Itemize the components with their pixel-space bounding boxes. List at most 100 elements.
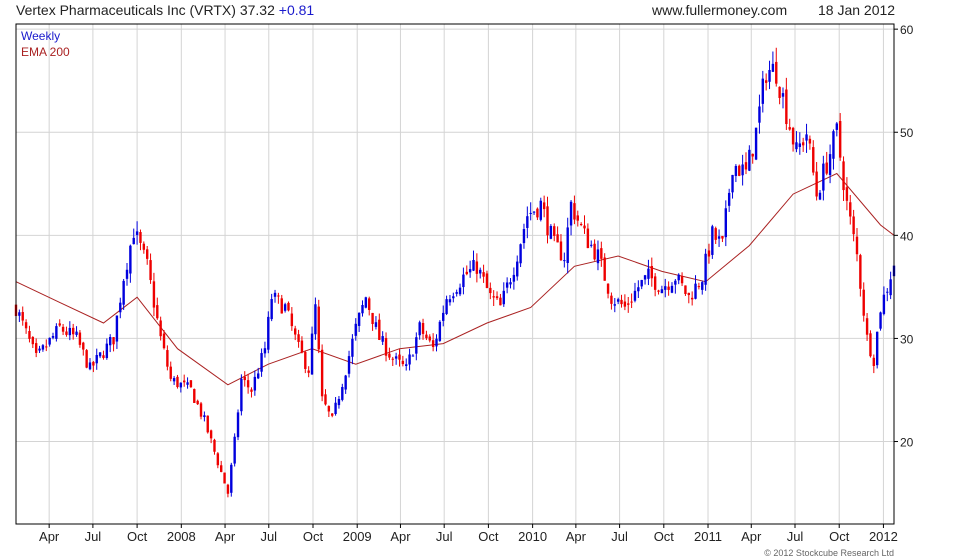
candle-body — [119, 302, 122, 313]
candle-body — [411, 355, 415, 357]
candle-body — [690, 297, 694, 300]
candle-body — [324, 394, 327, 405]
y-tick-label: 20 — [900, 436, 914, 450]
candle-body — [182, 380, 186, 383]
candle-body — [384, 338, 388, 356]
candle-body — [327, 406, 331, 412]
candle-body — [135, 231, 139, 235]
candle-body — [415, 337, 418, 354]
candle-body — [842, 161, 845, 191]
candle-body — [734, 165, 738, 177]
candle-body — [536, 208, 539, 218]
candle-body — [509, 282, 512, 285]
candle-body — [532, 211, 536, 213]
candle-body — [468, 269, 472, 273]
candle-body — [563, 260, 566, 262]
candle-body — [294, 328, 297, 335]
x-tick-label: 2010 — [518, 529, 547, 544]
candle-body — [388, 353, 391, 358]
candle-body — [394, 356, 398, 359]
candle-body — [220, 465, 223, 472]
candle-body — [314, 304, 317, 335]
candle-body — [738, 165, 741, 176]
candle-body — [462, 274, 465, 288]
candle-body — [637, 287, 640, 292]
candle-body — [627, 303, 630, 305]
candle-body — [193, 389, 196, 403]
candle-body — [277, 295, 280, 297]
candle-body — [664, 286, 667, 290]
candle-body — [859, 255, 862, 289]
candle-body — [172, 378, 176, 382]
candle-body — [280, 298, 283, 314]
x-tick-label: Oct — [303, 529, 324, 544]
candle-body — [445, 299, 448, 314]
candle-body — [687, 292, 690, 296]
candle-body — [855, 236, 859, 255]
candle-body — [556, 234, 559, 243]
candle-body — [31, 337, 35, 345]
candle-body — [694, 283, 697, 299]
candle-body — [88, 362, 92, 370]
candle-body — [754, 127, 758, 160]
candle-body — [849, 202, 852, 217]
x-tick-label: 2009 — [343, 529, 372, 544]
candle-body — [785, 89, 788, 125]
candle-body — [569, 201, 573, 226]
candle-body — [213, 439, 216, 452]
candles-layer — [14, 47, 896, 498]
candle-body — [717, 236, 721, 239]
candle-body — [331, 413, 334, 416]
candle-body — [206, 415, 209, 433]
candle-body — [196, 400, 199, 405]
candle-body — [610, 295, 613, 304]
candle-body — [781, 93, 785, 97]
candle-body — [505, 282, 509, 288]
candle-body — [95, 355, 98, 364]
candle-body — [761, 78, 765, 104]
candle-body — [230, 464, 233, 493]
candle-body — [290, 313, 294, 327]
candle-body — [795, 142, 798, 150]
candle-body — [633, 290, 637, 301]
candle-body — [495, 296, 499, 299]
candle-body — [526, 216, 529, 228]
candle-body — [596, 249, 600, 264]
candle-body — [310, 333, 314, 375]
candle-body — [257, 373, 260, 379]
candle-body — [647, 268, 650, 279]
candle-body — [159, 320, 162, 337]
candle-body — [731, 174, 734, 193]
candle-body — [606, 283, 610, 294]
candle-body — [270, 299, 273, 320]
candle-body — [822, 163, 825, 191]
candle-body — [559, 241, 563, 261]
candle-body — [741, 164, 744, 176]
x-axis: Apr Jul Oct 2008 Apr Jul Oct 2009 Apr Jul Oct 2010 A… — [39, 524, 898, 544]
x-tick-label: 2011 — [694, 529, 722, 544]
candle-body — [684, 285, 687, 294]
candle-body — [808, 138, 812, 144]
candle-body — [492, 296, 495, 298]
candle-body — [152, 281, 156, 308]
legend-ema: EMA 200 — [21, 45, 70, 59]
candle-body — [304, 352, 307, 369]
candle-body — [357, 312, 361, 326]
candle-body — [677, 274, 680, 281]
candle-body — [431, 340, 435, 348]
candle-body — [522, 229, 526, 244]
candle-body — [75, 331, 78, 335]
ema-200-line — [15, 172, 895, 386]
candle-body — [721, 235, 724, 239]
candle-body — [852, 216, 855, 235]
candle-body — [529, 212, 532, 214]
candle-body — [129, 245, 132, 274]
candle-body — [28, 331, 31, 339]
candle-body — [516, 261, 519, 277]
candle-body — [250, 389, 253, 392]
candle-body — [553, 226, 556, 236]
candle-body — [263, 348, 267, 354]
candle-body — [482, 272, 485, 277]
candle-body — [744, 162, 748, 170]
candle-body — [616, 299, 620, 302]
